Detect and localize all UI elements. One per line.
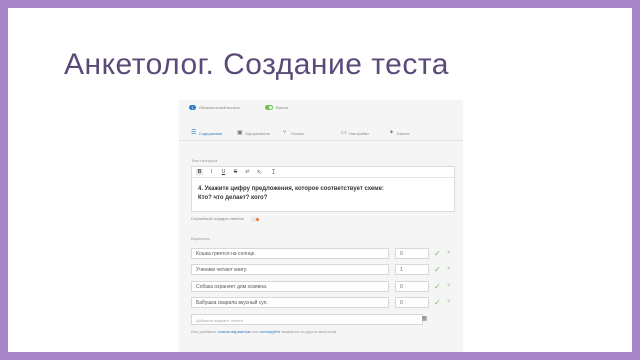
question-text: 4. Укажите цифру предложения, которое со… [198, 185, 448, 203]
tab-settings[interactable]: ▭ Настройки [341, 129, 369, 137]
footer-prefix: Или добавьте [191, 329, 218, 334]
monitor-icon: ▭ [341, 130, 347, 136]
question-text-label: Текст вопроса [191, 158, 218, 163]
italic-button[interactable]: I [208, 169, 215, 175]
answer-points-input[interactable]: 0 [395, 281, 429, 292]
superscript-button[interactable]: x² [244, 169, 251, 175]
tab-design[interactable]: ▣ Оформление [237, 129, 270, 137]
delete-icon[interactable]: × [447, 297, 451, 308]
delete-icon[interactable]: × [447, 281, 451, 292]
tab-label: Настройки [349, 130, 369, 136]
list-icon: ☰ [191, 130, 197, 136]
tab-label: Баллы [397, 130, 410, 136]
strikethrough-button[interactable]: S [232, 169, 239, 175]
subscript-button[interactable]: x₂ [256, 169, 263, 175]
question-number-badge: 1 [189, 105, 196, 110]
answer-text-input[interactable]: Ученики читают книгу. [191, 264, 389, 275]
add-answer-icon[interactable]: ▦ [419, 314, 430, 325]
answer-text-input[interactable]: Кошка греется на солнце. [191, 248, 389, 259]
format-toolbar: B I U S x² x₂ T̲ [192, 167, 454, 178]
correct-check-icon[interactable]: ✓ [434, 297, 441, 308]
tab-label: Оформление [245, 130, 270, 136]
answer-row: Бабушка сварила вкусный суп. 0 ✓ × [191, 297, 459, 309]
footer-suffix: варианты из других вопросов [280, 329, 337, 334]
delete-icon[interactable]: × [447, 248, 451, 259]
survey-editor-screenshot: 1 Обязательный вопрос Баллы ☰ Содержание… [179, 100, 463, 352]
correct-check-icon[interactable]: ✓ [434, 248, 441, 259]
question-line-2: Кто? что делает? кого? [198, 195, 268, 201]
answer-text-input[interactable]: Собака охраняет дом хозяина. [191, 281, 389, 292]
footer-note: Или добавьте список вариантов или скопир… [191, 329, 336, 334]
required-question-label: Обязательный вопрос [199, 105, 241, 110]
answer-points-input[interactable]: 0 [395, 297, 429, 308]
slide-title: Анкетолог. Создание теста [64, 48, 449, 81]
bold-button[interactable]: B [196, 169, 203, 175]
question-topbar: 1 Обязательный вопрос Баллы [179, 100, 463, 114]
answer-row: Ученики читают книгу. 1 ✓ × [191, 264, 459, 276]
branch-icon: ⑂ [283, 130, 287, 136]
answer-points-input[interactable]: 1 [395, 264, 429, 275]
clear-format-button[interactable]: T̲ [270, 169, 277, 175]
copy-answers-link[interactable]: скопируйте [259, 329, 280, 334]
underline-button[interactable]: U [220, 169, 227, 175]
answer-text-input[interactable]: Бабушка сварила вкусный суп. [191, 297, 389, 308]
answer-row: Кошка греется на солнце. 0 ✓ × [191, 248, 459, 260]
points-toggle-label: Баллы [276, 105, 289, 110]
tab-label: Логика [291, 130, 304, 136]
delete-icon[interactable]: × [447, 264, 451, 275]
correct-check-icon[interactable]: ✓ [434, 281, 441, 292]
tab-points[interactable]: ✦ Баллы [389, 129, 409, 137]
tab-content[interactable]: ☰ Содержание [191, 129, 222, 137]
presentation-slide: Анкетолог. Создание теста 1 Обязательный… [8, 8, 632, 352]
tab-logic[interactable]: ⑂ Логика [283, 129, 304, 137]
question-line-1: 4. Укажите цифру предложения, которое со… [198, 186, 384, 192]
add-list-link[interactable]: список вариантов [218, 329, 251, 334]
puzzle-icon: ✦ [389, 130, 395, 136]
add-answer-input[interactable]: Добавьте вариант ответа [191, 314, 423, 325]
answer-points-input[interactable]: 0 [395, 248, 429, 259]
random-order-label: Случайный порядок ответов [191, 216, 244, 221]
answers-label: Варианты [191, 236, 210, 241]
points-toggle[interactable] [265, 105, 273, 110]
question-text-editor[interactable]: B I U S x² x₂ T̲ 4. Укажите цифру предло… [191, 166, 455, 212]
image-icon: ▣ [237, 130, 243, 136]
editor-tabs: ☰ Содержание ▣ Оформление ⑂ Логика ▭ Нас… [179, 126, 463, 141]
tab-label: Содержание [199, 130, 223, 136]
random-order-toggle[interactable] [251, 217, 259, 222]
correct-check-icon[interactable]: ✓ [434, 264, 441, 275]
answer-row: Собака охраняет дом хозяина. 0 ✓ × [191, 281, 459, 293]
